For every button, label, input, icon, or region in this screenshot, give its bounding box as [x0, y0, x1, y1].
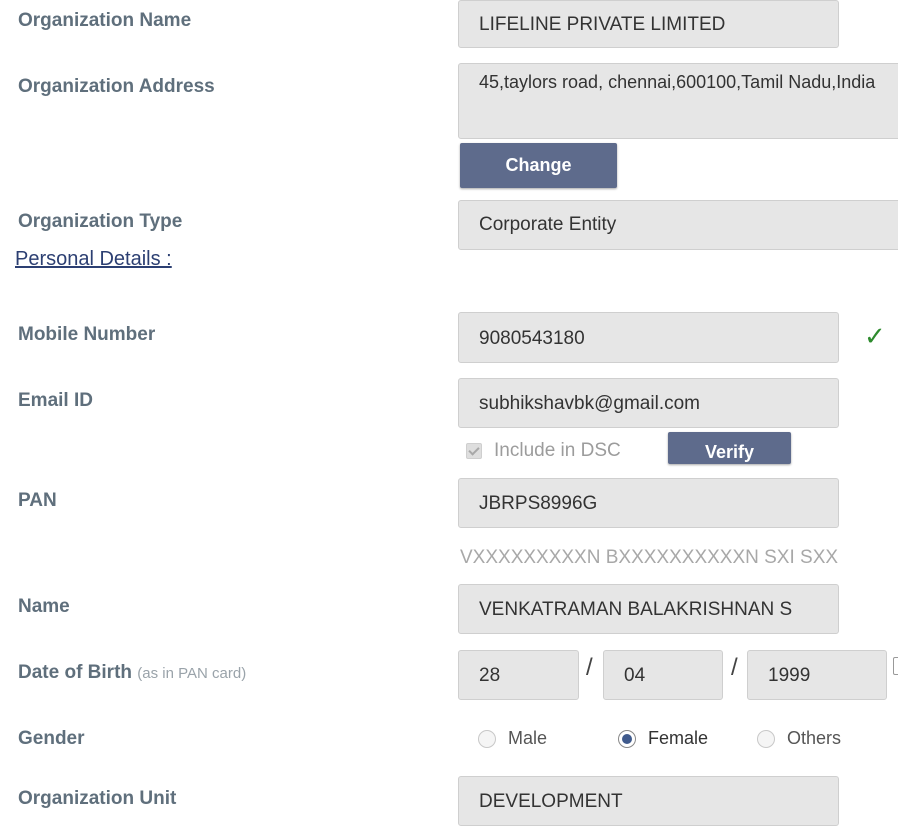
calendar-icon[interactable]	[893, 657, 898, 675]
radio-female[interactable]	[618, 729, 636, 748]
include-dsc-label: Include in DSC	[494, 440, 621, 461]
include-dsc-checkbox[interactable]	[466, 443, 482, 459]
name-field[interactable]: VENKATRAMAN BALAKRISHNAN S	[458, 584, 839, 634]
pan-masked-name: VXXXXXXXXXN BXXXXXXXXXXN SXI SXX	[460, 547, 839, 568]
radio-female-label: Female	[648, 728, 709, 748]
dob-year-field[interactable]: 1999	[747, 650, 887, 700]
organization-type-field[interactable]: Corporate Entity	[458, 200, 898, 250]
dob-month-field[interactable]: 04	[603, 650, 723, 700]
name-label: Name	[18, 596, 70, 617]
organization-name-label: Organization Name	[18, 10, 192, 31]
organization-unit-label: Organization Unit	[18, 788, 177, 809]
dob-hint: (as in PAN card)	[137, 665, 247, 682]
radio-others[interactable]	[757, 729, 775, 748]
dob-label: Date of Birth (as in PAN card)	[18, 662, 246, 684]
mobile-number-label: Mobile Number	[18, 324, 156, 345]
dob-day-field[interactable]: 28	[458, 650, 579, 700]
pan-label: PAN	[18, 490, 57, 511]
organization-type-label: Organization Type	[18, 211, 183, 232]
organization-name-field[interactable]: LIFELINE PRIVATE LIMITED	[458, 0, 839, 48]
gender-option-female[interactable]: Female	[618, 728, 708, 749]
email-id-label: Email ID	[18, 390, 93, 411]
include-dsc-option[interactable]: Include in DSC	[466, 440, 621, 462]
change-address-button-label: Change Address	[502, 155, 574, 219]
radio-others-label: Others	[787, 728, 842, 748]
gender-label: Gender	[18, 728, 85, 749]
personal-details-link[interactable]: Personal Details :	[15, 248, 172, 271]
email-id-field[interactable]: subhikshavbk@gmail.com	[458, 378, 839, 428]
dob-label-text: Date of Birth	[18, 662, 132, 683]
verify-button[interactable]: Verify	[668, 432, 791, 464]
gender-option-others[interactable]: Others	[757, 728, 841, 749]
organization-unit-field[interactable]: DEVELOPMENT	[458, 776, 839, 826]
check-icon: ✓	[864, 322, 886, 352]
pan-field[interactable]: JBRPS8996G	[458, 478, 839, 528]
organization-address-field[interactable]: 45,taylors road, chennai,600100,Tamil Na…	[458, 63, 898, 139]
change-address-button[interactable]: Change Address	[460, 143, 617, 219]
radio-male-label: Male	[508, 728, 548, 748]
gender-option-male[interactable]: Male	[478, 728, 547, 749]
verify-button-label: Verify	[704, 442, 755, 462]
mobile-number-field[interactable]: 9080543180	[458, 312, 839, 363]
radio-male[interactable]	[478, 729, 496, 748]
dob-separator-2: /	[731, 654, 738, 681]
dob-separator-1: /	[586, 654, 593, 681]
organization-address-label: Organization Address	[18, 76, 215, 97]
